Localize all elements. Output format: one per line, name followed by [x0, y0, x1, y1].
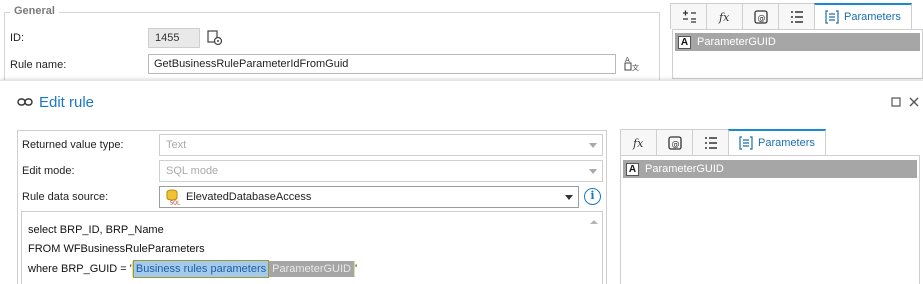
code-line: select BRP_ID, BRP_Name — [28, 224, 164, 236]
background-window: General ID: 1455 Rule name: GetBusinessR… — [0, 0, 923, 82]
at-sign-icon: @ — [667, 135, 683, 151]
svg-text:SQL: SQL — [170, 201, 180, 206]
parameters-icon — [739, 136, 753, 150]
parameter-name: ParameterGUID — [697, 36, 776, 48]
tab-functions[interactable]: fx — [706, 3, 743, 29]
rule-form-panel: Returned value type: Text Edit mode: SQL… — [17, 130, 607, 284]
sql-code-editor[interactable]: select BRP_ID, BRP_Name FROM WFBusinessR… — [21, 211, 603, 284]
list-icon — [789, 10, 805, 24]
code-line: FROM WFBusinessRuleParameters — [28, 243, 205, 255]
at-sign-icon: @ — [753, 9, 769, 25]
tab-parameters-label: Parameters — [758, 137, 815, 149]
tab-variables[interactable]: @ — [742, 3, 779, 29]
dialog-title: Edit rule — [17, 94, 94, 111]
svg-text:@: @ — [671, 139, 679, 148]
dialog-parameter-list: A ParameterGUID — [620, 155, 920, 284]
dialog-title-text: Edit rule — [39, 94, 95, 111]
chevron-down-icon — [565, 195, 573, 200]
scroll-up-arrow[interactable] — [590, 220, 598, 224]
svg-text:文: 文 — [632, 63, 639, 72]
chevron-down-icon — [589, 169, 597, 174]
tab-parameters-label: Parameters — [844, 11, 901, 23]
token-param-label: ParameterGUID — [269, 261, 354, 277]
chevron-down-icon — [589, 143, 597, 148]
rule-name-label: Rule name: — [10, 59, 67, 71]
close-icon[interactable] — [909, 96, 919, 110]
edit-mode-select[interactable]: SQL mode — [159, 160, 603, 182]
tab-functions[interactable]: fx — [620, 129, 657, 155]
data-source-select[interactable]: SQL ElevatedDatabaseAccess — [159, 186, 579, 208]
id-field[interactable]: 1455 — [148, 28, 200, 48]
parameter-name: ParameterGUID — [645, 163, 724, 175]
bg-tabstrip: fx @ Parameters — [670, 3, 912, 29]
plus-minus-equals-icon — [681, 10, 697, 24]
data-source-value: ElevatedDatabaseAccess — [186, 191, 312, 203]
tab-operators[interactable] — [670, 3, 707, 29]
tab-parameters[interactable]: Parameters — [728, 129, 826, 155]
edit-rule-dialog: Edit rule Returned value type: Text Edit… — [0, 80, 923, 284]
tab-list[interactable] — [692, 129, 729, 155]
svg-text:fx: fx — [718, 11, 730, 24]
info-icon[interactable]: i — [584, 188, 601, 205]
bg-parameter-list: A ParameterGUID — [672, 29, 923, 79]
id-label: ID: — [10, 32, 25, 44]
maximize-icon[interactable] — [891, 96, 901, 110]
tab-variables[interactable]: @ — [656, 129, 693, 155]
parameter-token[interactable]: Business rules parameters ParameterGUID — [131, 260, 355, 278]
fx-icon: fx — [717, 10, 733, 24]
returned-value-type-select[interactable]: Text — [159, 134, 603, 156]
text-type-badge: A — [626, 162, 639, 176]
returned-value-type-label: Returned value type: — [22, 139, 124, 151]
parameter-item[interactable]: A ParameterGUID — [623, 160, 917, 178]
returned-value-type-value: Text — [166, 139, 187, 151]
text-type-badge: A — [678, 35, 691, 49]
parameter-item[interactable]: A ParameterGUID — [675, 33, 920, 51]
rule-name-field[interactable]: GetBusinessRuleParameterIdFromGuid — [148, 54, 616, 74]
code-text: where BRP_GUID = ' — [28, 263, 132, 275]
token-group-label: Business rules parameters — [132, 260, 270, 278]
svg-text:fx: fx — [632, 137, 644, 150]
tab-list[interactable] — [778, 3, 815, 29]
link-icon — [17, 94, 33, 111]
general-group-title: General — [10, 5, 59, 17]
tab-parameters[interactable]: Parameters — [814, 3, 912, 29]
data-source-label: Rule data source: — [22, 191, 109, 203]
parameters-icon — [825, 10, 839, 24]
sql-database-icon: SQL — [165, 189, 181, 208]
edit-mode-label: Edit mode: — [22, 165, 75, 177]
code-text: ' — [354, 263, 358, 275]
fx-icon: fx — [631, 136, 647, 150]
code-line: where BRP_GUID = ' Business rules paramet… — [28, 260, 358, 278]
edit-mode-value: SQL mode — [166, 165, 219, 177]
translate-icon[interactable]: A文 — [624, 54, 642, 75]
svg-text:@: @ — [757, 13, 765, 22]
list-icon — [703, 136, 719, 150]
dialog-tabstrip: fx @ Parameters — [620, 129, 826, 155]
copy-id-icon[interactable] — [206, 29, 224, 50]
